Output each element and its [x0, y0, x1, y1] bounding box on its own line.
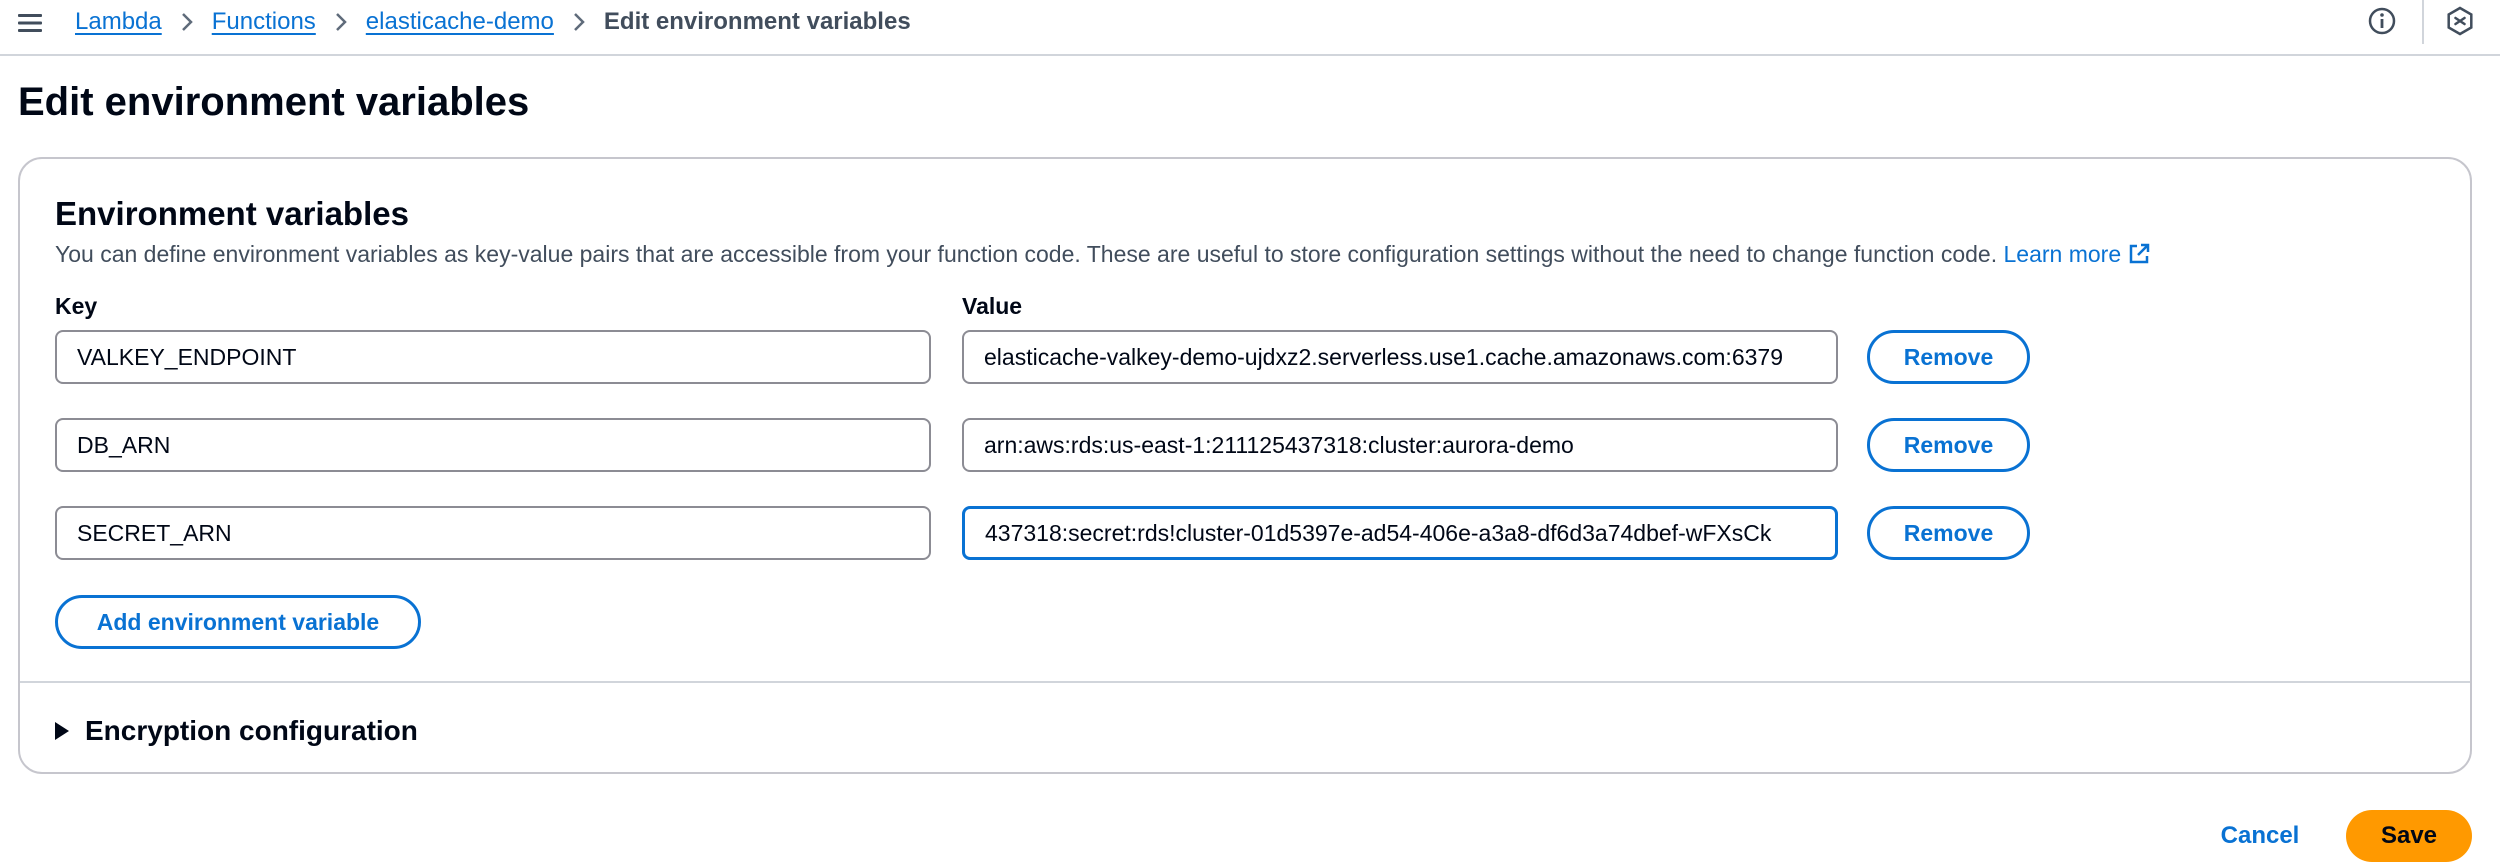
- add-environment-variable-button[interactable]: Add environment variable: [55, 595, 421, 649]
- env-key-input[interactable]: DB_ARN: [55, 418, 931, 472]
- description-text: You can define environment variables as …: [55, 241, 1998, 267]
- breadcrumb: Lambda Functions elasticache-demo Edit e…: [75, 6, 911, 38]
- remove-variable-button[interactable]: Remove: [1867, 506, 2030, 560]
- learn-more-link[interactable]: Learn more: [2004, 241, 2152, 267]
- value-column-label: Value: [962, 293, 1023, 319]
- encryption-configuration-expander[interactable]: Encryption configuration: [55, 715, 418, 747]
- env-key-input[interactable]: SECRET_ARN: [55, 506, 931, 560]
- chevron-right-icon: [572, 11, 586, 33]
- remove-variable-button[interactable]: Remove: [1867, 330, 2030, 384]
- section-title: Environment variables: [55, 195, 409, 232]
- page-title: Edit environment variables: [18, 80, 530, 124]
- top-navigation-bar: Lambda Functions elasticache-demo Edit e…: [0, 0, 2500, 56]
- chevron-right-icon: [334, 11, 348, 33]
- caret-right-icon: [55, 722, 69, 740]
- learn-more-label[interactable]: Learn more: [2004, 241, 2122, 267]
- hamburger-menu-icon[interactable]: [16, 9, 44, 37]
- env-value-input[interactable]: arn:aws:rds:us-east-1:211125437318:clust…: [962, 418, 1838, 472]
- env-key-input[interactable]: VALKEY_ENDPOINT: [55, 330, 931, 384]
- info-icon[interactable]: [2367, 6, 2397, 36]
- section-divider: [20, 681, 2470, 683]
- environment-variables-panel: Environment variables You can define env…: [18, 157, 2472, 774]
- external-link-icon: [2129, 243, 2150, 264]
- chevron-right-icon: [180, 11, 194, 33]
- env-value-input-focused[interactable]: 437318:secret:rds!cluster-01d5397e-ad54-…: [962, 506, 1838, 560]
- key-column-label: Key: [55, 293, 98, 319]
- breadcrumb-current: Edit environment variables: [603, 8, 911, 35]
- breadcrumb-link-functions[interactable]: Functions: [212, 8, 316, 36]
- hexagon-settings-icon[interactable]: [2445, 6, 2475, 36]
- save-button[interactable]: Save: [2346, 810, 2472, 862]
- breadcrumb-link-function[interactable]: elasticache-demo: [366, 8, 554, 36]
- section-description: You can define environment variables as …: [55, 241, 2151, 268]
- remove-variable-button[interactable]: Remove: [1867, 418, 2030, 472]
- toolbar-divider: [2422, 0, 2424, 44]
- breadcrumb-link-lambda[interactable]: Lambda: [75, 8, 162, 36]
- encryption-configuration-label: Encryption configuration: [85, 715, 418, 746]
- env-value-input[interactable]: elasticache-valkey-demo-ujdxz2.serverles…: [962, 330, 1838, 384]
- cancel-button[interactable]: Cancel: [2195, 810, 2325, 862]
